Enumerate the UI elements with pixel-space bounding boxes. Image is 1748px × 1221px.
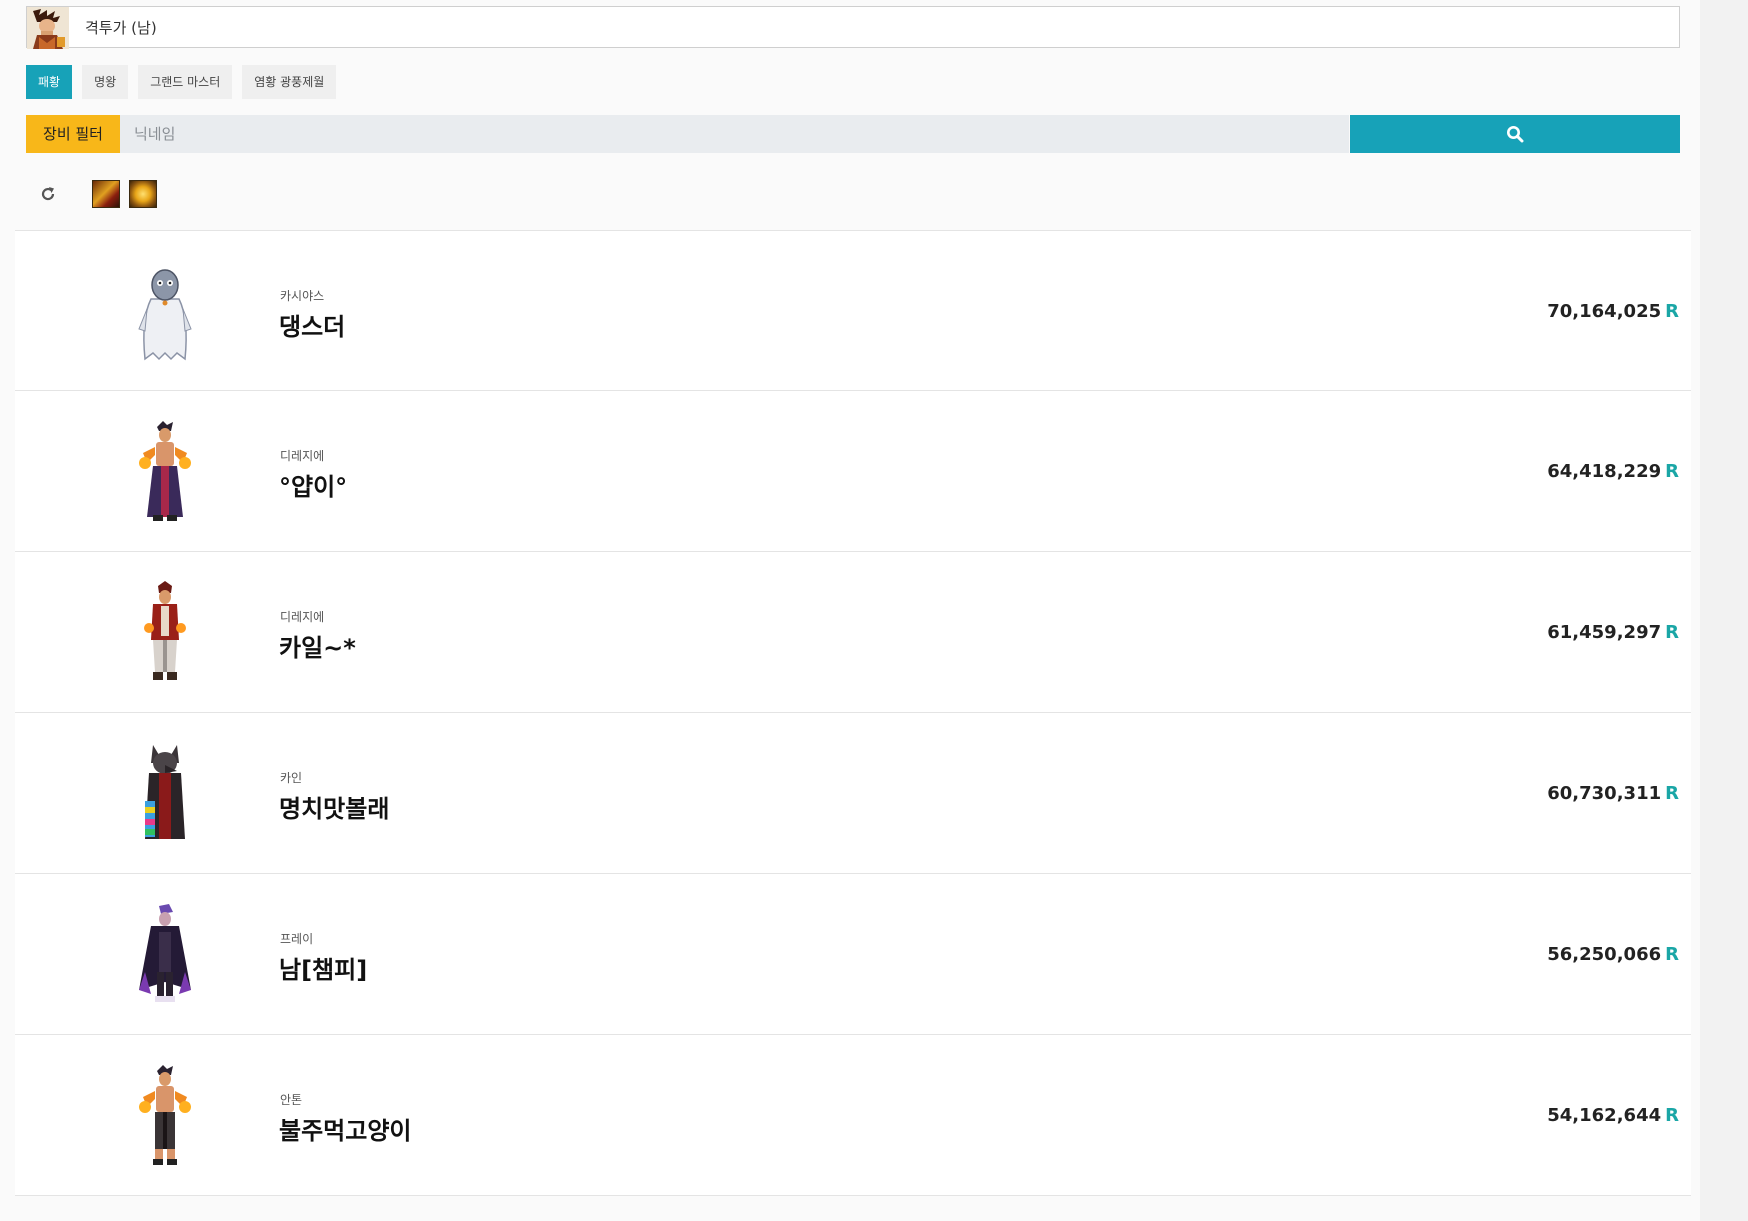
ranking-row[interactable]: 디레지에 °얍이° 64,418,229 R <box>15 391 1691 552</box>
score: 56,250,066 R <box>1547 944 1679 965</box>
score-unit: R <box>1665 944 1679 965</box>
score-value: 64,418,229 <box>1547 461 1662 482</box>
ghost-costume-avatar-icon <box>125 259 205 364</box>
equipment-filter-button[interactable]: 장비 필터 <box>26 115 120 153</box>
fighter-portrait-icon <box>27 7 69 49</box>
red-coat-fighter-avatar-icon <box>125 580 205 685</box>
tab-myeongwang[interactable]: 명왕 <box>82 65 129 99</box>
ranking-list: 카시야스 댕스더 70,164,025 R 디레지에 °얍이° 64,418,22… <box>15 230 1691 1196</box>
server-name: 프레이 <box>280 932 314 946</box>
score: 64,418,229 R <box>1547 461 1679 482</box>
server-name: 디레지에 <box>280 610 325 624</box>
tab-yeomhwang[interactable]: 염황 광풍제월 <box>242 65 337 99</box>
search-button[interactable] <box>1350 115 1680 153</box>
score-value: 61,459,297 <box>1547 622 1662 643</box>
flame-gauntlet-item-icon[interactable] <box>92 180 120 208</box>
ranking-row[interactable]: 카시야스 댕스더 70,164,025 R <box>15 230 1691 391</box>
flame-fist-fighter-avatar-icon <box>125 419 205 524</box>
server-name: 디레지에 <box>280 449 325 463</box>
score-value: 54,162,644 <box>1547 1105 1662 1126</box>
ranking-row[interactable]: 카인 명치맛볼래 60,730,311 R <box>15 713 1691 874</box>
score: 54,162,644 R <box>1547 1105 1679 1126</box>
ranking-row[interactable]: 안톤 불주먹고양이 54,162,644 R <box>15 1035 1691 1196</box>
score-unit: R <box>1665 1105 1679 1126</box>
search-icon <box>1507 126 1524 143</box>
search-bar: 장비 필터 <box>26 115 1680 153</box>
score: 70,164,025 R <box>1547 301 1679 322</box>
class-selector[interactable]: 격투가 (남) <box>26 6 1680 49</box>
subclass-tabs: 패황 명왕 그랜드 마스터 염황 광풍제월 <box>26 65 337 99</box>
refresh-button[interactable] <box>36 182 60 206</box>
character-name[interactable]: °얍이° <box>279 467 347 502</box>
score-unit: R <box>1665 301 1679 322</box>
nickname-search-input[interactable] <box>120 115 1349 153</box>
character-name[interactable]: 댕스더 <box>279 307 345 342</box>
score-unit: R <box>1665 461 1679 482</box>
score: 61,459,297 R <box>1547 622 1679 643</box>
ranking-row[interactable]: 디레지에 카일~* 61,459,297 R <box>15 552 1691 713</box>
character-name[interactable]: 명치맛볼래 <box>279 789 389 824</box>
character-name[interactable]: 남[챔피] <box>279 950 367 985</box>
character-name[interactable]: 불주먹고양이 <box>279 1111 411 1146</box>
wolf-costume-avatar-icon <box>125 741 205 846</box>
refresh-icon <box>41 187 55 201</box>
golden-orb-item-icon[interactable] <box>129 180 157 208</box>
class-name: 격투가 (남) <box>85 19 157 37</box>
server-name: 카시야스 <box>280 289 325 303</box>
filter-toolbar <box>26 178 426 210</box>
flame-fist-fighter-avatar-icon <box>125 1063 205 1168</box>
score-value: 60,730,311 <box>1547 783 1662 804</box>
score-unit: R <box>1665 622 1679 643</box>
tab-paehwang[interactable]: 패황 <box>26 65 73 99</box>
score-unit: R <box>1665 783 1679 804</box>
tab-grand-master[interactable]: 그랜드 마스터 <box>138 65 233 99</box>
server-name: 안톤 <box>280 1093 303 1107</box>
page-edge <box>1700 0 1748 1221</box>
dark-caped-fighter-avatar-icon <box>125 902 205 1007</box>
server-name: 카인 <box>280 771 303 785</box>
score-value: 56,250,066 <box>1547 944 1662 965</box>
ranking-row[interactable]: 프레이 남[챔피] 56,250,066 R <box>15 874 1691 1035</box>
score-value: 70,164,025 <box>1547 301 1662 322</box>
character-name[interactable]: 카일~* <box>279 628 356 663</box>
score: 60,730,311 R <box>1547 783 1679 804</box>
